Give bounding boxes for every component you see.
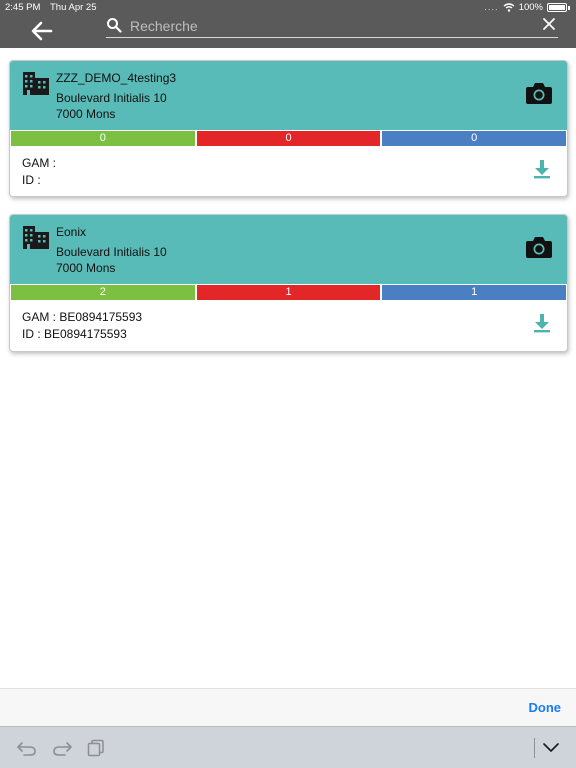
building-icon bbox=[23, 72, 49, 95]
arrow-left-icon[interactable] bbox=[30, 20, 54, 42]
close-icon[interactable] bbox=[542, 17, 556, 31]
undo-icon[interactable] bbox=[17, 739, 37, 757]
status-counts: 0 0 0 bbox=[10, 130, 567, 147]
card-body: GAM : ID : bbox=[10, 147, 567, 196]
id-label: ID : bbox=[22, 173, 41, 187]
count-red: 1 bbox=[195, 284, 382, 301]
count-green: 0 bbox=[10, 130, 196, 147]
keyboard-accessory-bar: Done bbox=[0, 688, 576, 726]
site-street: Boulevard Initialis 10 bbox=[56, 91, 167, 105]
site-name: ZZZ_DEMO_4testing3 bbox=[56, 71, 177, 85]
battery-icon bbox=[547, 3, 567, 12]
card-header: ZZZ_DEMO_4testing3 Boulevard Initialis 1… bbox=[10, 61, 567, 130]
id-label: ID : BE0894175593 bbox=[22, 327, 127, 341]
site-card[interactable]: ZZZ_DEMO_4testing3 Boulevard Initialis 1… bbox=[9, 60, 568, 197]
count-blue: 1 bbox=[381, 284, 567, 301]
status-date: Thu Apr 25 bbox=[50, 2, 97, 13]
download-icon[interactable] bbox=[533, 313, 551, 333]
search-input[interactable] bbox=[130, 16, 530, 36]
status-time: 2:45 PM bbox=[5, 2, 41, 13]
card-body: GAM : BE0894175593 ID : BE0894175593 bbox=[10, 301, 567, 351]
card-header: Eonix Boulevard Initialis 10 7000 Mons bbox=[10, 215, 567, 284]
wifi-icon bbox=[503, 3, 515, 12]
site-city: 7000 Mons bbox=[56, 261, 116, 275]
building-icon bbox=[23, 226, 49, 249]
gam-label: GAM : BE0894175593 bbox=[22, 310, 143, 324]
keyboard-shortcut-bar bbox=[0, 726, 576, 768]
search-bar bbox=[106, 14, 558, 38]
status-indicators: .... 100% bbox=[484, 2, 570, 13]
cellular-dots: .... bbox=[484, 2, 499, 13]
battery-tip bbox=[568, 5, 570, 10]
download-icon[interactable] bbox=[533, 159, 551, 179]
app-bar bbox=[0, 14, 576, 48]
count-blue: 0 bbox=[381, 130, 567, 147]
site-street: Boulevard Initialis 10 bbox=[56, 245, 167, 259]
count-green: 2 bbox=[10, 284, 196, 301]
status-bar: 2:45 PM Thu Apr 25 .... 100% bbox=[0, 0, 576, 14]
camera-icon[interactable] bbox=[525, 235, 553, 259]
status-counts: 2 1 1 bbox=[10, 284, 567, 301]
toolbar-divider bbox=[534, 738, 535, 758]
site-city: 7000 Mons bbox=[56, 107, 116, 121]
count-red: 0 bbox=[195, 130, 382, 147]
chevron-down-icon[interactable] bbox=[541, 741, 561, 755]
done-button[interactable]: Done bbox=[529, 700, 562, 715]
site-card[interactable]: Eonix Boulevard Initialis 10 7000 Mons 2… bbox=[9, 214, 568, 352]
camera-icon[interactable] bbox=[525, 81, 553, 105]
gam-label: GAM : bbox=[22, 156, 57, 170]
search-icon bbox=[107, 18, 122, 33]
redo-icon[interactable] bbox=[52, 739, 72, 757]
paste-icon[interactable] bbox=[86, 739, 106, 757]
battery-percent: 100% bbox=[518, 2, 543, 13]
site-name: Eonix bbox=[56, 225, 87, 239]
